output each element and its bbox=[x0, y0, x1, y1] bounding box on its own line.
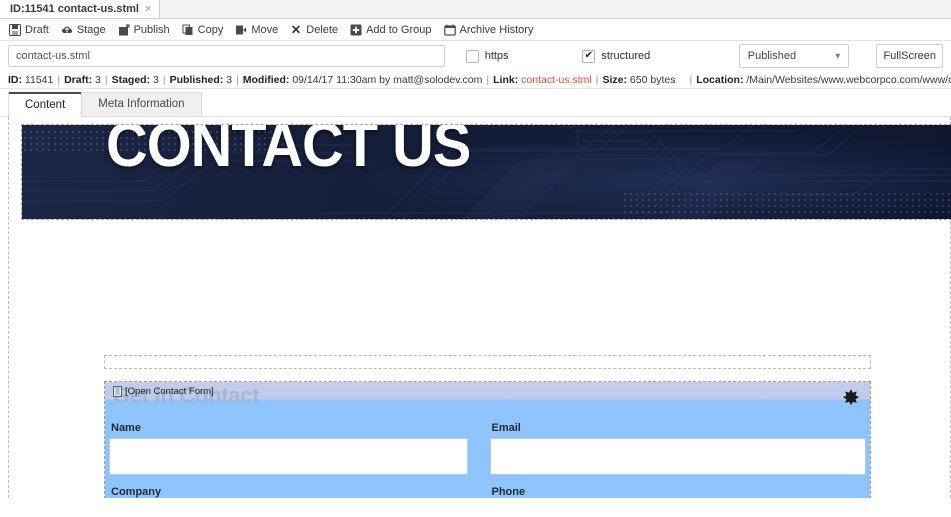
meta-id-value: 11541 bbox=[24, 73, 54, 86]
move-label: Move bbox=[251, 23, 279, 36]
meta-id-label: ID: bbox=[8, 73, 22, 86]
hero-dot-pattern-right bbox=[622, 191, 951, 215]
contact-form-widget[interactable]: Get In Contact [Open Contact Form] Name … bbox=[104, 381, 871, 498]
fullscreen-button[interactable]: FullScreen bbox=[876, 44, 943, 68]
calendar-archive-icon bbox=[443, 24, 456, 36]
meta-modified-label: Modified: bbox=[242, 73, 290, 86]
widget-header[interactable]: Get In Contact [Open Contact Form] bbox=[105, 382, 870, 410]
meta-size-value: 650 bytes bbox=[629, 73, 676, 86]
tab-meta-information[interactable]: Meta Information bbox=[81, 92, 202, 116]
meta-separator: | bbox=[162, 73, 166, 86]
move-button[interactable]: Move bbox=[230, 23, 283, 37]
field-email: Email bbox=[488, 422, 869, 475]
close-icon[interactable]: × bbox=[145, 3, 151, 15]
delete-label: Delete bbox=[306, 23, 339, 36]
status-select-value: Published bbox=[747, 50, 797, 62]
structured-checkbox-group[interactable]: ✔ structured bbox=[582, 49, 651, 63]
name-input[interactable] bbox=[109, 438, 468, 475]
copy-pages-icon bbox=[182, 24, 194, 36]
widget-body: Name Email Company Phone bbox=[105, 410, 870, 498]
structured-checkbox[interactable]: ✔ bbox=[582, 49, 596, 63]
stage-label: Stage bbox=[76, 23, 106, 36]
add-plus-icon bbox=[350, 24, 362, 36]
delete-x-icon bbox=[290, 24, 302, 36]
https-checkbox[interactable] bbox=[465, 49, 479, 63]
status-select[interactable]: Published bbox=[738, 44, 849, 68]
delete-button[interactable]: Delete bbox=[285, 23, 343, 37]
form-row-1: Name Email bbox=[105, 422, 870, 475]
tab-content[interactable]: Content bbox=[8, 92, 83, 117]
document-tab-label: ID:11541 contact-us.stml bbox=[10, 3, 139, 15]
field-phone: Phone bbox=[488, 486, 869, 498]
document-tab-strip: ID:11541 contact-us.stml × bbox=[0, 0, 951, 19]
copy-label: Copy bbox=[197, 23, 224, 36]
meta-link-value[interactable]: contact-us.stml bbox=[521, 74, 592, 86]
meta-staged-label: Staged: bbox=[111, 73, 151, 86]
fullscreen-label: FullScreen bbox=[883, 50, 937, 62]
field-name-label: Name bbox=[111, 422, 141, 434]
action-toolbar: Draft Stage Publish Copy Move Delete Add… bbox=[0, 19, 951, 41]
https-checkbox-group[interactable]: https bbox=[465, 49, 509, 63]
meta-location-value: /Main/Websites/www.webcorpco.com/www/con… bbox=[746, 73, 951, 86]
meta-separator: | bbox=[57, 73, 61, 86]
add-to-group-label: Add to Group bbox=[366, 23, 432, 36]
add-to-group-button[interactable]: Add to Group bbox=[345, 23, 436, 37]
options-row: https ✔ structured Published ▼ FullScree… bbox=[0, 41, 951, 71]
move-folder-icon bbox=[235, 24, 247, 36]
drag-handle-icon bbox=[113, 386, 122, 397]
meta-draft-label: Draft: bbox=[64, 73, 93, 86]
archive-history-label: Archive History bbox=[459, 23, 534, 36]
archive-history-button[interactable]: Archive History bbox=[439, 23, 539, 37]
meta-modified-value: 09/14/17 11:30am by matt@solodev.com bbox=[292, 73, 483, 86]
field-name: Name bbox=[107, 422, 488, 475]
meta-published-label: Published: bbox=[169, 73, 224, 86]
form-row-2: Company Phone bbox=[105, 486, 870, 498]
empty-content-region[interactable] bbox=[104, 355, 871, 369]
draft-label: Draft bbox=[25, 23, 49, 36]
structured-label: structured bbox=[601, 50, 651, 62]
open-contact-form-label: [Open Contact Form] bbox=[125, 386, 214, 397]
document-tab[interactable]: ID:11541 contact-us.stml × bbox=[0, 0, 161, 18]
email-input[interactable] bbox=[489, 438, 866, 475]
meta-separator: | bbox=[595, 73, 599, 86]
meta-location-label: Location: bbox=[696, 73, 744, 86]
tab-content-label: Content bbox=[25, 99, 66, 111]
tab-meta-information-label: Meta Information bbox=[98, 98, 185, 110]
field-company-label: Company bbox=[111, 486, 162, 498]
hero-banner[interactable]: CONTACT US bbox=[21, 124, 951, 220]
meta-size-label: Size: bbox=[602, 73, 627, 86]
https-label: https bbox=[484, 50, 509, 62]
field-phone-label: Phone bbox=[491, 486, 526, 498]
copy-button[interactable]: Copy bbox=[177, 23, 229, 37]
metadata-bar: ID: 11541 | Draft: 3 | Staged: 3 | Publi… bbox=[0, 71, 951, 89]
meta-separator: | bbox=[104, 73, 108, 86]
field-email-label: Email bbox=[491, 422, 521, 434]
meta-separator: | bbox=[236, 73, 239, 86]
cloud-upload-icon bbox=[61, 24, 73, 36]
field-company: Company bbox=[107, 486, 488, 498]
publish-button[interactable]: Publish bbox=[113, 23, 175, 37]
close-star-x-icon[interactable] bbox=[841, 387, 861, 407]
hero-title: CONTACT US bbox=[106, 125, 471, 180]
meta-separator: | bbox=[689, 73, 693, 86]
stage-button[interactable]: Stage bbox=[56, 23, 111, 37]
status-select-wrapper: Published ▼ bbox=[738, 44, 849, 68]
publish-share-icon bbox=[118, 23, 130, 36]
meta-separator: | bbox=[486, 73, 490, 86]
open-contact-form-chip[interactable]: [Open Contact Form] bbox=[113, 386, 214, 397]
save-disk-icon bbox=[9, 23, 21, 36]
filename-input[interactable] bbox=[8, 45, 446, 67]
publish-label: Publish bbox=[133, 23, 170, 36]
page-editor-canvas: CONTACT US Get In Contact [Open Contact … bbox=[0, 117, 951, 498]
editor-tabs: Content Meta Information bbox=[0, 89, 951, 117]
draft-button[interactable]: Draft bbox=[4, 23, 54, 37]
meta-link-label: Link: bbox=[493, 73, 519, 86]
